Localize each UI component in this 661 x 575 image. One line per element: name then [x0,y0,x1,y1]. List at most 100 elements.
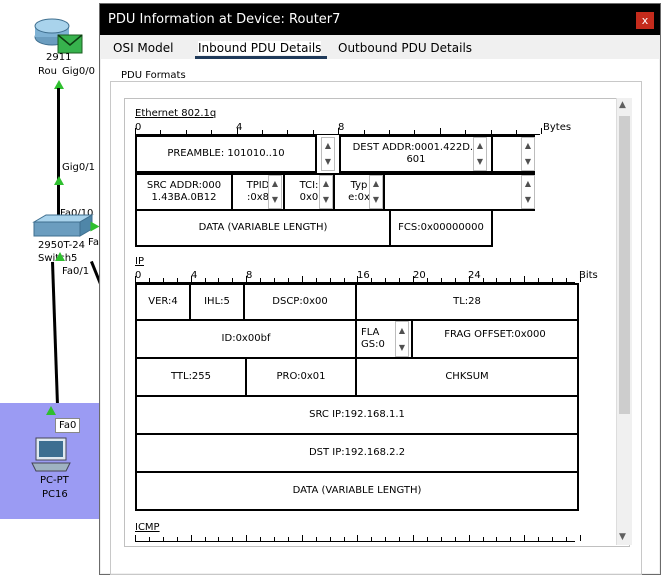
ruler-tick [135,276,136,282]
ruler-tick [260,537,262,541]
ruler-tick [329,278,331,282]
ruler-tick [357,535,359,541]
ruler-tick [176,278,178,282]
ip-id-field: ID:0x00bf [135,319,357,359]
ruler-tick [185,130,187,134]
scroll-up-icon[interactable]: ▲ [619,100,626,110]
ruler-tick [312,130,314,134]
envelope-icon [57,34,83,54]
eth-type-cont-field [385,173,535,211]
ruler-tick [218,537,220,541]
ethernet-unit-label: Bytes [543,122,572,133]
router-name-label: Rou [38,66,57,77]
ruler-tick [385,278,387,282]
eth-type-spinner[interactable]: ▲ ▼ [369,175,383,209]
ruler-tick [413,276,414,282]
window-titlebar[interactable]: PDU Information at Device: Router7 x [100,4,660,35]
eth-fcs-field: FCS:0x00000000 [389,209,493,247]
switch-side-port-label: Fa [88,237,99,248]
ruler-tick [579,535,581,541]
ruler-tick [439,128,441,134]
eth-data-field: DATA (VARIABLE LENGTH) [135,209,391,247]
ruler-tick [468,276,470,282]
pc-icon[interactable] [30,437,72,473]
ruler-tick [371,278,373,282]
ruler-tick [287,537,289,541]
ruler-tick [162,537,164,541]
tab-outbound-pdu-details[interactable]: Outbound PDU Details [338,41,472,55]
ruler-tick [211,130,213,134]
ruler-tick [496,278,498,282]
ruler-tick [552,537,553,541]
ruler-tick [454,278,456,282]
ruler-tick [343,278,345,282]
ruler-tick [204,537,206,541]
ip-dscp-field: DSCP:0x00 [243,283,357,321]
ruler-tick [135,535,136,541]
ruler-tick [315,278,317,282]
eth-preamble-spinner[interactable]: ▲ ▼ [321,137,335,171]
ruler-tick [160,130,162,134]
ruler-tick [260,278,262,282]
eth-dest-addr-spinner[interactable]: ▲ ▼ [473,137,487,171]
ip-ver-field: VER:4 [135,283,191,321]
pc-model-label: PC-PT [40,475,69,486]
ruler-tick [338,128,340,134]
switch-uplink-port-label: Gig0/1 [62,162,95,173]
ip-ruler-16: 16 [357,270,370,281]
eth-dest-addr-cont-spinner[interactable]: ▲ ▼ [521,137,535,171]
close-button[interactable]: x [636,12,654,29]
ruler-tick [413,535,414,541]
ruler-tick [148,278,150,282]
link-light-icon [46,406,56,415]
ruler-tick [510,278,512,282]
pc-name-label: PC16 [42,489,68,500]
link-light-icon [54,176,64,185]
ruler-tick [490,130,492,134]
icmp-section-title: ICMP [135,522,160,533]
pdu-formats-title: PDU Formats [118,70,189,81]
scrollbar-thumb[interactable] [619,116,630,414]
ip-flags-spinner[interactable]: ▲ ▼ [395,321,409,357]
ip-data-field: DATA (VARIABLE LENGTH) [135,471,579,511]
switch-model-label: 2950T-24 [38,240,85,251]
ruler-tick [538,537,540,541]
ruler-tick [565,537,567,541]
ruler-tick [357,276,359,282]
ruler-tick [538,278,540,282]
ip-chksum-field: CHKSUM [355,357,579,397]
ip-tl-field: TL:28 [355,283,579,321]
ruler-tick [565,278,567,282]
ruler-tick [541,128,543,134]
ip-dst-ip-field: DST IP:192.168.2.2 [135,433,579,473]
pc-port-label: Fa0 [55,418,81,433]
ruler-tick [516,130,517,134]
icmp-ruler-line [135,541,575,542]
eth-dest-addr-field: DEST ADDR:0001.422D.E 601 [339,135,493,173]
ip-ruler-20: 20 [413,270,426,281]
eth-tpid-spinner[interactable]: ▲ ▼ [268,175,282,209]
ruler-tick [371,537,373,541]
link-switch-pc[interactable] [51,261,60,410]
ruler-tick [426,278,428,282]
ruler-tick [389,130,390,134]
ip-frag-offset-field: FRAG OFFSET:0x000 [411,319,579,359]
ruler-tick [343,537,345,541]
eth-tci-spinner[interactable]: ▲ ▼ [319,175,333,209]
eth-src-addr-field: SRC ADDR:000 1.43BA.0B12 [135,173,233,211]
switch-port-bottom-label: Fa0/1 [62,266,90,277]
pdu-formats-scrollpane[interactable]: Ethernet 802.1q 0 4 8 Bytes PREAMBLE: 10… [124,98,630,547]
ruler-tick [385,537,387,541]
link-router-switch[interactable] [57,88,60,216]
ip-section-title: IP [135,256,144,267]
ruler-tick [262,130,263,134]
ip-src-ip-field: SRC IP:192.168.1.1 [135,395,579,435]
ip-ihl-field: IHL:5 [189,283,245,321]
scroll-down-icon[interactable]: ▼ [619,532,626,542]
switch-icon[interactable] [30,214,94,238]
tab-osi-model[interactable]: OSI Model [113,41,173,55]
vertical-scrollbar[interactable]: ▲ ▼ [616,98,632,545]
tab-inbound-pdu-details[interactable]: Inbound PDU Details [198,41,322,55]
eth-type-cont-spinner[interactable]: ▲ ▼ [521,175,535,209]
ruler-tick [246,535,248,541]
